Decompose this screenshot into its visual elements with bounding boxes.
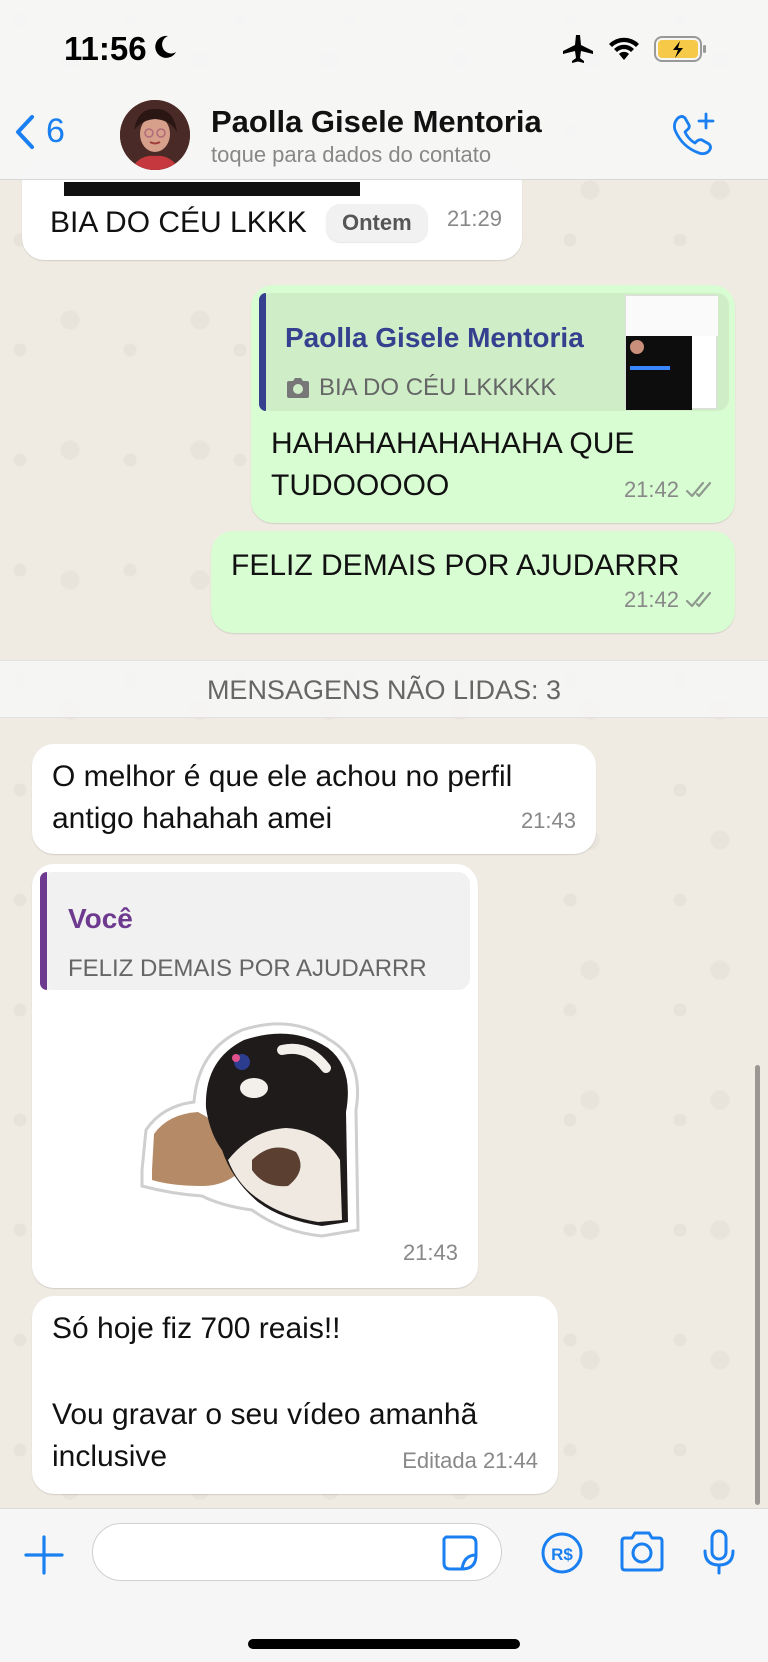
reply-quote[interactable]: Você FELIZ DEMAIS POR AJUDARRR xyxy=(40,872,470,990)
message-outgoing[interactable]: Paolla Gisele Mentoria BIA DO CÉU LKKKKK… xyxy=(251,285,735,523)
payment-icon: R$ xyxy=(541,1532,583,1574)
attach-button[interactable] xyxy=(24,1535,64,1580)
add-call-button[interactable] xyxy=(670,112,718,161)
contact-subtitle[interactable]: toque para dados do contato xyxy=(211,142,491,168)
camera-button[interactable] xyxy=(618,1531,666,1578)
message-line: Só hoje fiz 700 reais!! xyxy=(52,1312,341,1345)
reply-quote[interactable]: Paolla Gisele Mentoria BIA DO CÉU LKKKKK xyxy=(259,293,729,411)
quote-bar xyxy=(259,293,266,411)
moon-icon xyxy=(155,35,176,58)
status-time: 11:56 xyxy=(64,30,147,67)
message-composer: R$ xyxy=(0,1508,768,1662)
scrollbar[interactable] xyxy=(755,1065,760,1505)
mic-icon xyxy=(703,1529,735,1575)
avatar[interactable] xyxy=(120,100,190,170)
message-time: 21:43 xyxy=(402,1240,458,1265)
quote-text-label: BIA DO CÉU LKKKKK xyxy=(319,374,557,401)
camera-icon xyxy=(287,378,309,398)
message-line: Vou gravar o seu vídeo amanhã xyxy=(52,1398,478,1431)
chevron-left-icon xyxy=(16,114,34,149)
back-button[interactable]: 6 xyxy=(14,112,65,151)
unread-chats-count: 6 xyxy=(46,112,65,150)
message-time: 21:29 xyxy=(446,206,502,231)
message-time: 21:43 xyxy=(520,808,576,833)
message-text: BIA DO CÉU LKKK xyxy=(50,206,307,239)
quote-bar xyxy=(40,872,47,990)
message-text: O melhor é que ele achou no perfil antig… xyxy=(52,756,512,840)
microphone-button[interactable] xyxy=(702,1529,736,1582)
double-check-icon xyxy=(685,481,712,498)
dog-sticker xyxy=(140,1022,360,1238)
quote-text: FELIZ DEMAIS POR AJUDARRR xyxy=(68,955,427,982)
payment-button[interactable]: R$ xyxy=(540,1531,584,1580)
home-indicator xyxy=(248,1639,520,1649)
message-text: FELIZ DEMAIS POR AJUDARRR xyxy=(231,549,680,582)
quoted-image-thumbnail xyxy=(625,295,718,410)
message-meta: 21:42 xyxy=(624,469,715,511)
message-time: 21:42 xyxy=(623,477,679,502)
message-edited-time: Editada 21:44 xyxy=(402,1448,538,1473)
avatar-photo xyxy=(120,100,190,170)
date-pill: Ontem xyxy=(326,204,428,242)
svg-text:R$: R$ xyxy=(551,1545,573,1564)
unread-messages-banner: MENSAGENS NÃO LIDAS: 3 xyxy=(0,660,768,718)
message-line-spacer xyxy=(52,1350,477,1394)
message-line: antigo hahahah amei xyxy=(52,802,333,835)
contact-name[interactable]: Paolla Gisele Mentoria xyxy=(211,104,542,140)
quote-sender: Você xyxy=(68,903,133,934)
message-time: 21:42 xyxy=(623,587,679,612)
battery-icon xyxy=(654,36,706,62)
airplane-icon xyxy=(563,35,593,63)
message-incoming[interactable]: Só hoje fiz 700 reais!! Vou gravar o seu… xyxy=(32,1296,558,1494)
status-icons xyxy=(562,34,708,64)
chat-header: 11:56 6 Paolla Gisele Mentoria toque par… xyxy=(0,0,768,180)
sticker-icon xyxy=(442,1535,478,1571)
sticker-button[interactable] xyxy=(440,1533,480,1578)
message-incoming[interactable]: O melhor é que ele achou no perfil antig… xyxy=(32,744,596,854)
message-meta: 21:42 xyxy=(624,579,715,621)
message-outgoing[interactable]: FELIZ DEMAIS POR AJUDARRR 21:42 xyxy=(211,531,735,633)
image-thumbnail-cut xyxy=(64,182,360,196)
message-line: HAHAHAHAHAHAHA QUE xyxy=(271,427,635,460)
message-incoming-sticker[interactable]: Você FELIZ DEMAIS POR AJUDARRR 21:43 xyxy=(32,864,478,1288)
phone-add-icon xyxy=(673,112,715,156)
double-check-icon xyxy=(685,591,712,608)
wifi-icon xyxy=(609,37,639,60)
message-text: HAHAHAHAHAHAHA QUE TUDOOOOO xyxy=(271,423,634,507)
camera-icon xyxy=(620,1531,664,1572)
plus-icon xyxy=(24,1535,64,1575)
message-line: O melhor é que ele achou no perfil xyxy=(52,760,513,793)
message-line: TUDOOOOO xyxy=(271,469,450,502)
